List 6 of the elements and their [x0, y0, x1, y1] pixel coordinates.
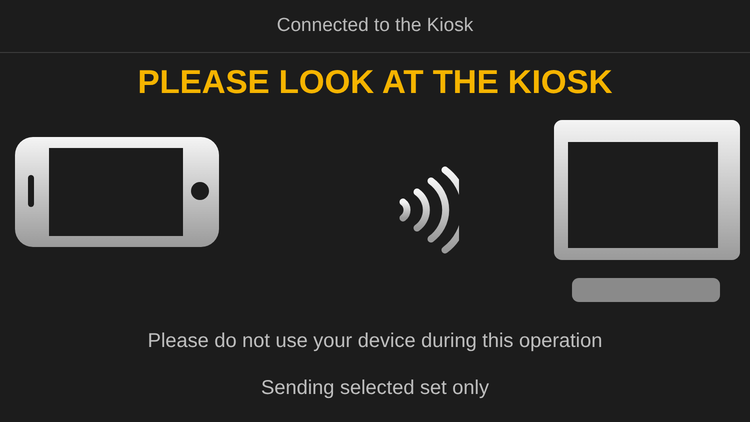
connection-status: Connected to the Kiosk [276, 15, 474, 37]
phone-icon [15, 137, 219, 247]
monitor-icon [554, 120, 740, 302]
info-message: Sending selected set only [261, 377, 489, 400]
headline: PLEASE LOOK AT THE KIOSK [136, 63, 614, 101]
info-message: Please do not use your device during this operation [148, 330, 602, 353]
